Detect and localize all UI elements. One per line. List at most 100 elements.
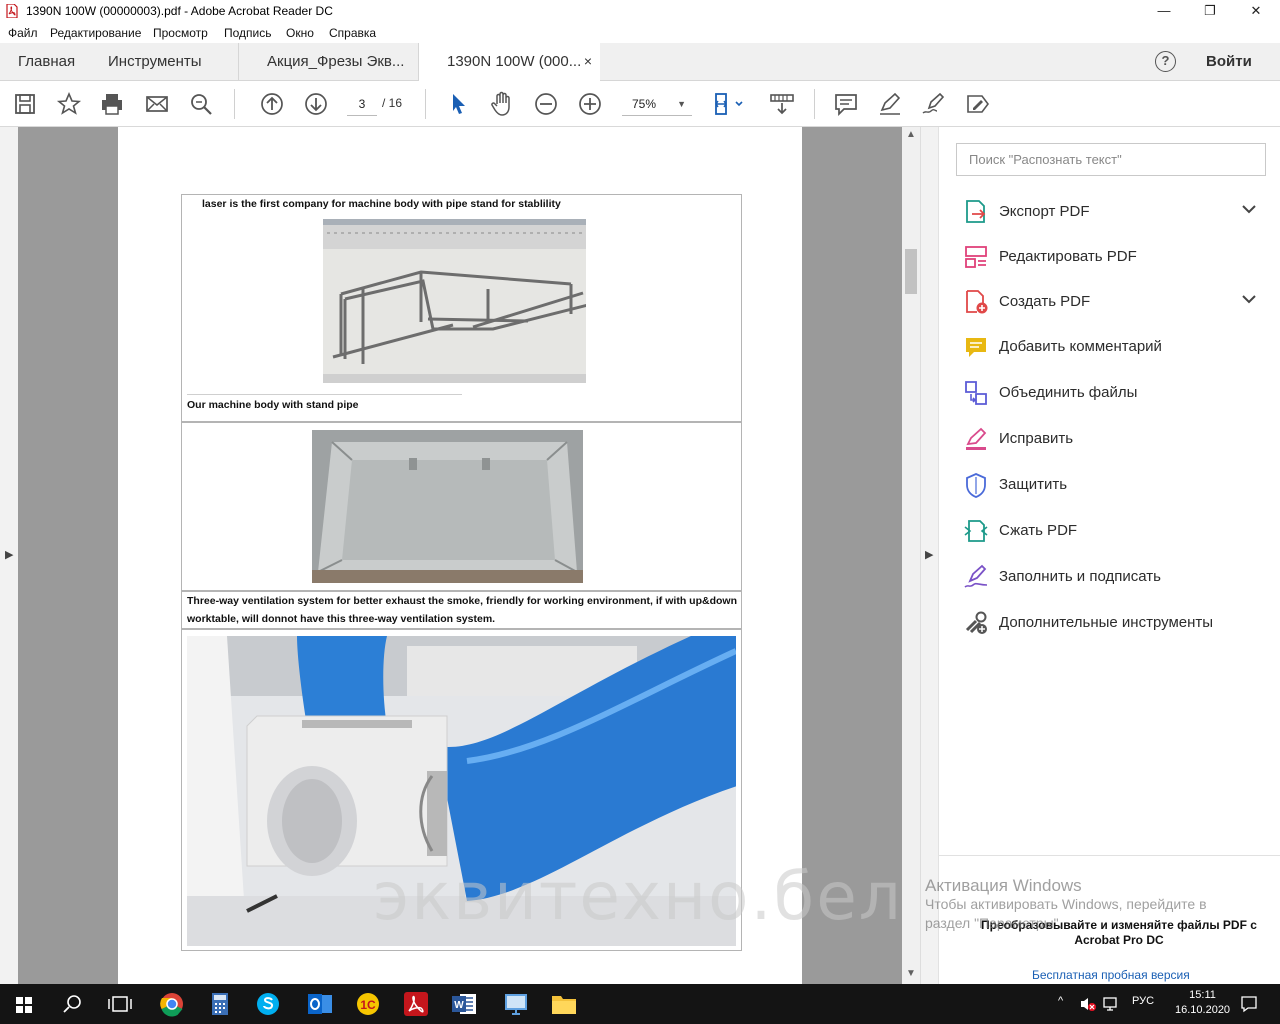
tool-create-pdf[interactable]: Создать PDF <box>963 287 1263 317</box>
outlook-icon[interactable] <box>296 984 344 1024</box>
scrollbar-thumb[interactable] <box>905 249 917 294</box>
toolbar-separator <box>425 89 426 119</box>
windows-activation-notice: Активация Windows Чтобы активировать Win… <box>925 876 1207 933</box>
highlight-pen-icon[interactable] <box>876 90 904 118</box>
previous-page-icon[interactable] <box>258 90 286 118</box>
combine-files-icon <box>965 381 987 405</box>
email-icon[interactable] <box>143 90 171 118</box>
scroll-down-icon[interactable]: ▼ <box>906 968 916 979</box>
tool-protect[interactable]: Защитить <box>963 470 1263 500</box>
zoom-level-value: 75% <box>632 97 657 111</box>
chevron-down-icon[interactable] <box>1241 201 1257 217</box>
tool-compress-pdf[interactable]: Сжать PDF <box>963 516 1263 546</box>
activation-line2: раздел "Параметры". <box>925 915 1063 931</box>
zoom-level-select[interactable]: 75% ▼ <box>622 92 692 116</box>
menu-sign[interactable]: Подпись <box>224 26 272 40</box>
tool-export-pdf[interactable]: Экспорт PDF <box>963 197 1263 227</box>
clock-date: 16.10.2020 <box>1175 1004 1231 1016</box>
tool-more-tools[interactable]: Дополнительные инструменты <box>963 608 1263 638</box>
toolbar-separator <box>234 89 235 119</box>
notifications-icon[interactable] <box>1240 995 1258 1013</box>
ocr-search-input[interactable]: Поиск "Распознать текст" <box>956 143 1266 176</box>
comment-icon <box>966 338 986 357</box>
print-icon[interactable] <box>98 90 126 118</box>
right-panel-toggle-strip[interactable]: ▶ <box>920 127 938 984</box>
maximize-button[interactable]: ❐ <box>1187 0 1233 23</box>
search-zoom-icon[interactable] <box>187 90 215 118</box>
network-icon[interactable] <box>1102 996 1120 1012</box>
left-panel-toggle-strip[interactable]: ▶ <box>0 127 18 984</box>
collapse-right-panel-icon[interactable]: ▶ <box>925 548 933 561</box>
activation-title: Активация Windows <box>925 876 1082 895</box>
minimize-button[interactable]: — <box>1141 0 1187 23</box>
acrobat-taskbar-icon[interactable] <box>392 984 440 1024</box>
page-number-input[interactable]: 3 <box>347 92 377 116</box>
tool-fill-sign-label: Заполнить и подписать <box>999 568 1161 585</box>
word-icon[interactable]: W <box>440 984 488 1024</box>
search-icon[interactable] <box>48 984 96 1024</box>
pipe-stand-drawing <box>323 219 586 383</box>
sign-pen-icon[interactable] <box>920 90 948 118</box>
windows-start-icon[interactable] <box>0 984 48 1024</box>
tool-edit-pdf[interactable]: Редактировать PDF <box>963 242 1263 272</box>
calculator-icon[interactable] <box>196 984 244 1024</box>
next-page-icon[interactable] <box>302 90 330 118</box>
expand-left-panel-icon[interactable]: ▶ <box>5 548 13 561</box>
title-bar: 1390N 100W (00000003).pdf - Adobe Acroba… <box>0 0 1280 23</box>
menu-help[interactable]: Справка <box>329 26 376 40</box>
menu-view[interactable]: Просмотр <box>153 26 208 40</box>
create-pdf-icon <box>966 290 988 314</box>
table-cell-ventilation-caption: Three-way ventilation system for better … <box>181 591 742 629</box>
sign-in-button[interactable]: Войти <box>1206 43 1252 80</box>
chevron-down-icon[interactable] <box>1241 291 1257 307</box>
save-icon[interactable] <box>11 90 39 118</box>
tool-edit-pdf-label: Редактировать PDF <box>999 248 1137 265</box>
tool-combine-files[interactable]: Объединить файлы <box>963 378 1263 408</box>
menu-edit[interactable]: Редактирование <box>50 26 141 40</box>
system-clock[interactable]: 15:11 16.10.2020 <box>1175 988 1230 1018</box>
task-view-icon[interactable] <box>96 984 144 1024</box>
chrome-icon[interactable] <box>148 984 196 1024</box>
tool-more-tools-label: Дополнительные инструменты <box>999 614 1214 631</box>
tool-fill-sign[interactable]: Заполнить и подписать <box>963 562 1263 592</box>
bookmark-star-icon[interactable] <box>55 90 83 118</box>
caption-first-company: laser is the first company for machine b… <box>202 198 561 210</box>
scroll-mode-icon[interactable] <box>768 90 796 118</box>
menu-window[interactable]: Окно <box>286 26 314 40</box>
machine-body-photo <box>312 430 583 583</box>
tab-home[interactable]: Главная <box>18 43 75 81</box>
remote-desktop-icon[interactable] <box>492 984 540 1024</box>
close-window-button[interactable]: ✕ <box>1233 0 1279 23</box>
skype-icon[interactable] <box>244 984 292 1024</box>
compress-pdf-icon <box>964 520 988 542</box>
help-icon[interactable]: ? <box>1155 51 1176 72</box>
menu-file[interactable]: Файл <box>8 26 38 40</box>
tool-create-pdf-label: Создать PDF <box>999 293 1091 310</box>
free-trial-link[interactable]: Бесплатная пробная версия <box>1032 968 1190 982</box>
svg-text:W: W <box>454 1000 464 1011</box>
file-explorer-icon[interactable] <box>540 984 588 1024</box>
tab-document-akciya[interactable]: Акция_Фрезы Экв... <box>238 43 418 81</box>
tool-redact[interactable]: Исправить <box>963 424 1263 454</box>
volume-muted-icon[interactable] <box>1079 996 1097 1012</box>
table-cell-stand: laser is the first company for machine b… <box>181 194 742 422</box>
comment-icon[interactable] <box>832 90 860 118</box>
tab-tools[interactable]: Инструменты <box>108 43 202 81</box>
fill-sign-icon[interactable] <box>964 90 992 118</box>
windows-taskbar: 1С W ^ РУС 15:11 16.10.2020 <box>0 984 1280 1024</box>
language-indicator[interactable]: РУС <box>1132 995 1154 1007</box>
caption-machine-body: Our machine body with stand pipe <box>187 394 462 414</box>
fit-page-icon[interactable] <box>712 90 748 118</box>
1c-icon[interactable]: 1С <box>344 984 392 1024</box>
zoom-in-icon[interactable] <box>576 90 604 118</box>
document-vertical-scrollbar[interactable]: ▲ ▼ <box>902 127 920 984</box>
tab-document-1390n[interactable]: 1390N 100W (000... × <box>418 43 600 82</box>
close-tab-icon[interactable]: × <box>584 43 592 80</box>
select-cursor-icon[interactable] <box>445 90 473 118</box>
show-hidden-icons-icon[interactable]: ^ <box>1058 995 1063 1007</box>
tool-redact-label: Исправить <box>999 430 1074 447</box>
scroll-up-icon[interactable]: ▲ <box>906 129 916 140</box>
zoom-out-icon[interactable] <box>532 90 560 118</box>
tool-add-comment[interactable]: Добавить комментарий <box>963 332 1263 362</box>
hand-tool-icon[interactable] <box>488 90 516 118</box>
